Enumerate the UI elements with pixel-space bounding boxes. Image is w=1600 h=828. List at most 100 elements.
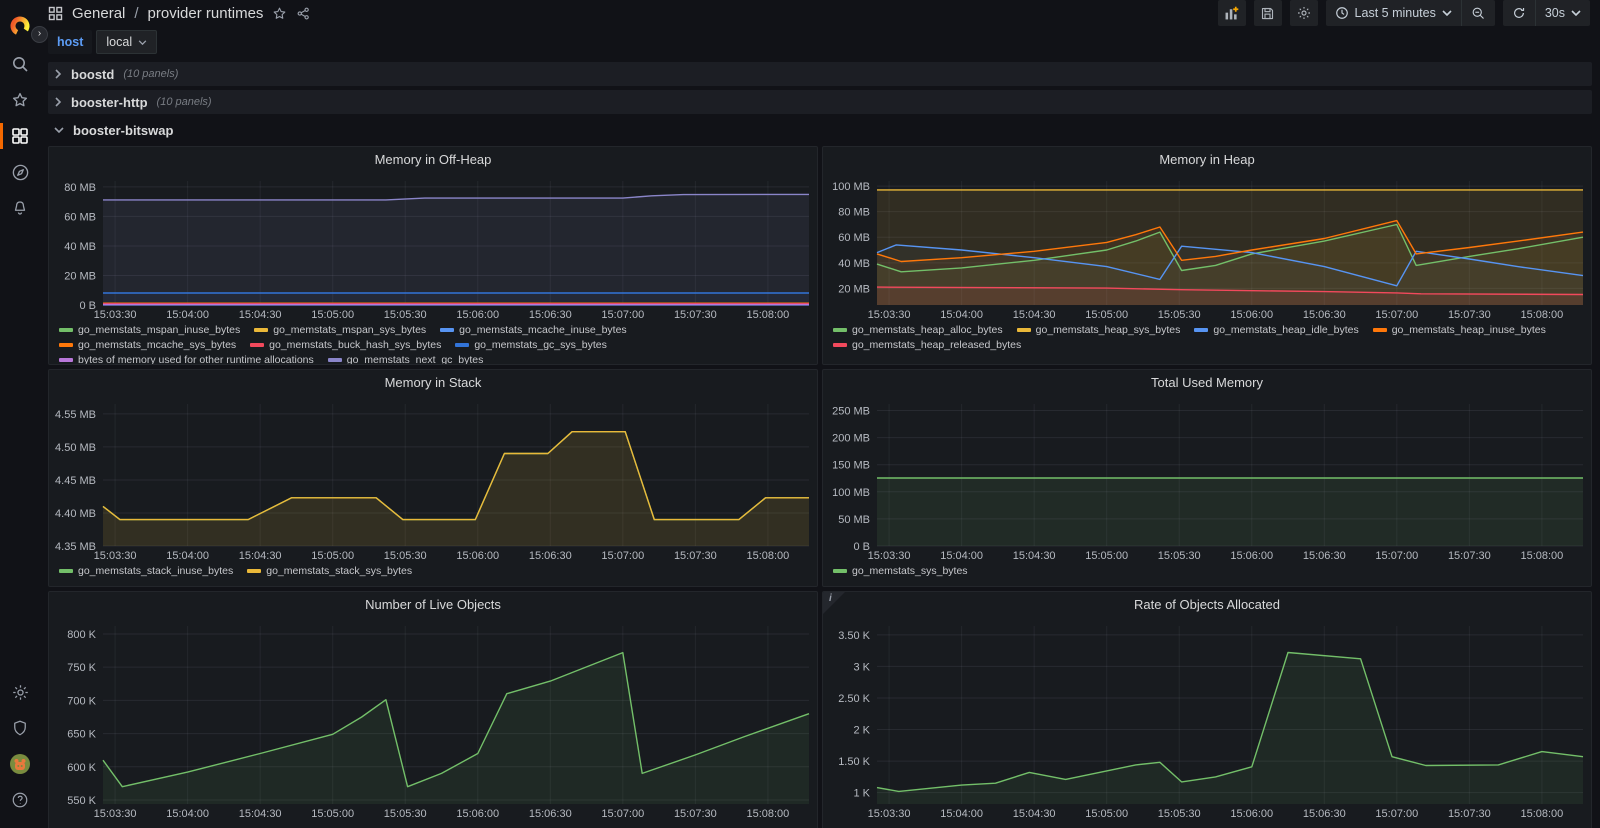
y-tick-label: 100 MB xyxy=(832,181,870,193)
refresh-interval-picker[interactable]: 30s xyxy=(1536,0,1590,26)
legend-item[interactable]: bytes of memory used for other runtime a… xyxy=(59,354,314,365)
legend-swatch xyxy=(59,328,73,332)
legend-swatch xyxy=(1373,328,1387,332)
legend-label: go_memstats_mspan_inuse_bytes xyxy=(78,324,240,336)
legend-item[interactable]: go_memstats_mcache_inuse_bytes xyxy=(440,324,627,336)
legend-item[interactable]: go_memstats_mspan_sys_bytes xyxy=(254,324,426,336)
y-tick-label: 0 B xyxy=(853,541,870,553)
legend-item[interactable]: go_memstats_heap_idle_bytes xyxy=(1194,324,1358,336)
series-area xyxy=(103,194,809,305)
legend-swatch xyxy=(59,569,73,573)
refresh-button[interactable] xyxy=(1503,0,1535,26)
save-dashboard-button[interactable] xyxy=(1254,0,1282,26)
x-tick-label: 15:06:30 xyxy=(1303,808,1346,820)
sidebar: › xyxy=(0,0,40,828)
legend-item[interactable]: go_memstats_heap_alloc_bytes xyxy=(833,324,1003,336)
legend-item[interactable]: go_memstats_heap_sys_bytes xyxy=(1017,324,1181,336)
x-tick-label: 15:07:00 xyxy=(601,550,644,562)
row-header-booster-bitswap[interactable]: booster-bitswap xyxy=(48,118,1592,142)
panel-info-corner-icon[interactable] xyxy=(823,592,845,614)
x-tick-label: 15:04:00 xyxy=(940,309,983,321)
row-label: booster-bitswap xyxy=(73,123,173,138)
legend-item[interactable]: go_memstats_heap_inuse_bytes xyxy=(1373,324,1546,336)
x-tick-label: 15:04:00 xyxy=(940,550,983,562)
panel-title[interactable]: Memory in Off-Heap xyxy=(49,147,817,173)
y-tick-label: 2.50 K xyxy=(838,693,870,705)
panel-title[interactable]: Memory in Stack xyxy=(49,370,817,396)
timeseries-chart[interactable]: 15:03:3015:04:0015:04:3015:05:0015:05:30… xyxy=(49,396,817,564)
x-tick-label: 15:06:00 xyxy=(1230,309,1273,321)
x-tick-label: 15:03:30 xyxy=(94,808,137,820)
legend-item[interactable]: go_memstats_next_gc_bytes xyxy=(328,354,484,365)
variable-value-dropdown[interactable]: local xyxy=(96,30,157,54)
timeseries-chart[interactable]: 15:03:3015:04:0015:04:3015:05:0015:05:30… xyxy=(823,173,1591,323)
configuration-gear-icon[interactable] xyxy=(0,674,40,710)
server-admin-shield-icon[interactable] xyxy=(0,710,40,746)
panel-total-used-memory: Total Used Memory 15:03:3015:04:0015:04:… xyxy=(822,369,1592,587)
dashboards-icon[interactable] xyxy=(0,118,40,154)
zoom-out-time-button[interactable] xyxy=(1462,0,1495,26)
add-panel-button[interactable] xyxy=(1218,0,1246,26)
user-avatar[interactable] xyxy=(0,746,40,782)
legend-label: bytes of memory used for other runtime a… xyxy=(78,354,314,365)
refresh-icon xyxy=(1512,6,1526,20)
legend-item[interactable]: go_memstats_mspan_inuse_bytes xyxy=(59,324,240,336)
legend-item[interactable]: go_memstats_stack_sys_bytes xyxy=(247,565,412,577)
series-area xyxy=(103,432,809,546)
chevron-right-icon xyxy=(54,69,62,79)
x-tick-label: 15:05:30 xyxy=(1158,309,1201,321)
panel-title[interactable]: Number of Live Objects xyxy=(49,592,817,618)
panel-rate-of-objects-allocated: i Rate of Objects Allocated 15:03:3015:0… xyxy=(822,591,1592,828)
help-icon[interactable] xyxy=(0,782,40,818)
share-dashboard-icon[interactable] xyxy=(296,6,311,21)
legend-swatch xyxy=(247,569,261,573)
row-header-booster-http[interactable]: booster-http (10 panels) xyxy=(48,90,1592,114)
legend: go_memstats_heap_alloc_bytes go_memstats_… xyxy=(823,323,1591,351)
legend-swatch xyxy=(833,569,847,573)
clock-icon xyxy=(1335,6,1349,20)
legend-label: go_memstats_sys_bytes xyxy=(852,565,968,577)
dashboard-settings-button[interactable] xyxy=(1290,0,1318,26)
panel-title[interactable]: Memory in Heap xyxy=(823,147,1591,173)
y-tick-label: 1 K xyxy=(853,788,870,800)
legend-item[interactable]: go_memstats_sys_bytes xyxy=(833,565,968,577)
legend-swatch xyxy=(328,358,342,362)
search-icon[interactable] xyxy=(0,46,40,82)
timeseries-chart[interactable]: 15:03:3015:04:0015:04:3015:05:0015:05:30… xyxy=(49,618,817,822)
x-tick-label: 15:06:00 xyxy=(1230,550,1273,562)
legend-item[interactable]: go_memstats_buck_hash_sys_bytes xyxy=(250,339,441,351)
breadcrumb-section[interactable]: General xyxy=(72,5,125,22)
timeseries-chart[interactable]: 15:03:3015:04:0015:04:3015:05:0015:05:30… xyxy=(823,618,1591,822)
legend-item[interactable]: go_memstats_heap_released_bytes xyxy=(833,339,1021,351)
star-dashboard-icon[interactable] xyxy=(272,6,287,21)
panel-title[interactable]: Rate of Objects Allocated xyxy=(823,592,1591,618)
x-tick-label: 15:05:30 xyxy=(384,550,427,562)
refresh-group: 30s xyxy=(1503,0,1590,26)
legend-swatch xyxy=(1017,328,1031,332)
chevron-down-icon xyxy=(138,40,147,45)
x-tick-label: 15:07:30 xyxy=(674,550,717,562)
legend-item[interactable]: go_memstats_mcache_sys_bytes xyxy=(59,339,236,351)
x-tick-label: 15:06:00 xyxy=(1230,808,1273,820)
x-tick-label: 15:08:00 xyxy=(746,808,789,820)
legend-item[interactable]: go_memstats_stack_inuse_bytes xyxy=(59,565,233,577)
legend-item[interactable]: go_memstats_gc_sys_bytes xyxy=(455,339,606,351)
sidebar-expand-button[interactable]: › xyxy=(31,26,48,43)
x-tick-label: 15:07:00 xyxy=(601,808,644,820)
row-header-boostd[interactable]: boostd (10 panels) xyxy=(48,62,1592,86)
timeseries-chart[interactable]: 15:03:3015:04:0015:04:3015:05:0015:05:30… xyxy=(49,173,817,323)
legend-label: go_memstats_mcache_sys_bytes xyxy=(78,339,236,351)
panel-title[interactable]: Total Used Memory xyxy=(823,370,1591,396)
y-tick-label: 150 MB xyxy=(832,460,870,472)
starred-icon[interactable] xyxy=(0,82,40,118)
legend-label: go_memstats_stack_sys_bytes xyxy=(266,565,412,577)
time-range-picker[interactable]: Last 5 minutes xyxy=(1326,0,1461,26)
timeseries-chart[interactable]: 15:03:3015:04:0015:04:3015:05:0015:05:30… xyxy=(823,396,1591,564)
legend-label: go_memstats_heap_alloc_bytes xyxy=(852,324,1003,336)
explore-compass-icon[interactable] xyxy=(0,154,40,190)
x-tick-label: 15:06:30 xyxy=(529,808,572,820)
x-tick-label: 15:05:00 xyxy=(1085,808,1128,820)
alerting-bell-icon[interactable] xyxy=(0,190,40,226)
x-tick-label: 15:05:00 xyxy=(311,550,354,562)
legend-label: go_memstats_heap_released_bytes xyxy=(852,339,1021,351)
